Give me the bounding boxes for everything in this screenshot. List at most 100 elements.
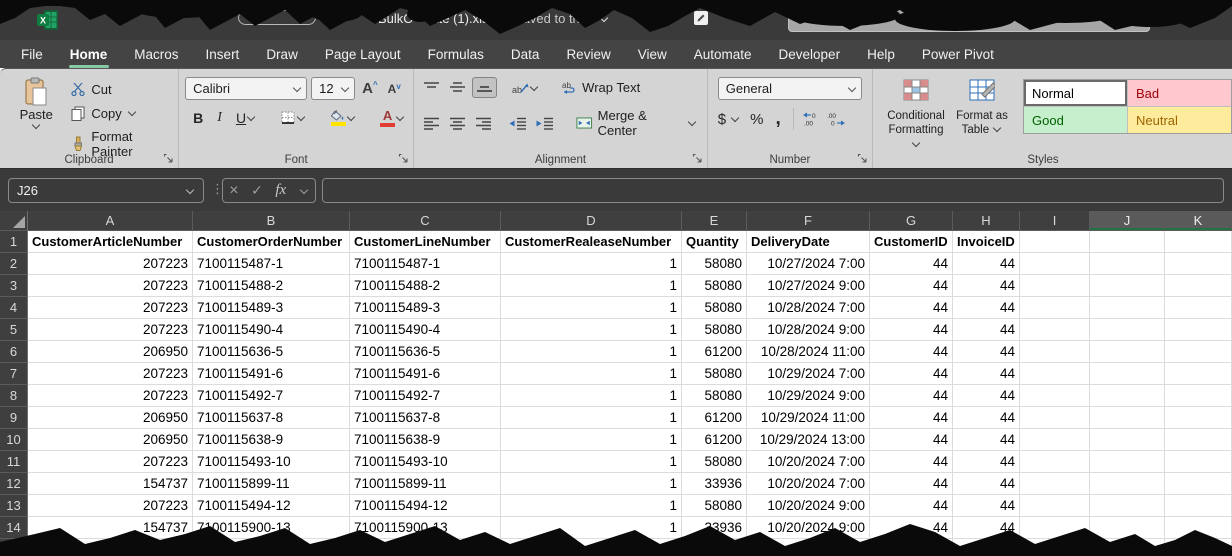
cell-G4[interactable]: 44: [870, 297, 953, 319]
cell-J14[interactable]: [1090, 517, 1165, 539]
cell-G9[interactable]: 44: [870, 407, 953, 429]
tab-developer[interactable]: Developer: [778, 43, 842, 66]
cell-E8[interactable]: 58080: [682, 385, 747, 407]
cell-E9[interactable]: 61200: [682, 407, 747, 429]
cell-I12[interactable]: [1020, 473, 1090, 495]
cell-E13[interactable]: 58080: [682, 495, 747, 517]
align-bottom-button[interactable]: [472, 77, 497, 98]
cell-I11[interactable]: [1020, 451, 1090, 473]
cell-G13[interactable]: 44: [870, 495, 953, 517]
row-header-11[interactable]: 11: [0, 451, 28, 473]
cell-K7[interactable]: [1165, 363, 1232, 385]
cell-F13[interactable]: 10/20/2024 9:00: [747, 495, 870, 517]
cut-button[interactable]: Cut: [66, 79, 178, 99]
style-bad[interactable]: Bad: [1128, 80, 1231, 106]
format-as-table-chevron-icon[interactable]: [993, 124, 1001, 132]
chevron-down-icon[interactable]: [600, 14, 608, 22]
cell-K11[interactable]: [1165, 451, 1232, 473]
cell-C8[interactable]: 7100115492-7: [350, 385, 501, 407]
cell-G2[interactable]: 44: [870, 253, 953, 275]
cell-G14[interactable]: 44: [870, 517, 953, 539]
row-header-8[interactable]: 8: [0, 385, 28, 407]
clipboard-dialog-launcher[interactable]: [163, 153, 174, 164]
cell-K9[interactable]: [1165, 407, 1232, 429]
column-header-A[interactable]: A: [28, 211, 193, 231]
cell-K1[interactable]: [1165, 231, 1232, 253]
cell-I2[interactable]: [1020, 253, 1090, 275]
column-header-C[interactable]: C: [350, 211, 501, 231]
cell-I4[interactable]: [1020, 297, 1090, 319]
cell-D7[interactable]: 1: [501, 363, 682, 385]
cell-E10[interactable]: 61200: [682, 429, 747, 451]
cell-B11[interactable]: 7100115493-10: [193, 451, 350, 473]
editing-mode-icon[interactable]: [693, 10, 709, 26]
cell-D1[interactable]: CustomerRealeaseNumber: [501, 231, 682, 253]
cell-J12[interactable]: [1090, 473, 1165, 495]
cell-D14[interactable]: 1: [501, 517, 682, 539]
cell-F10[interactable]: 10/29/2024 13:00: [747, 429, 870, 451]
tab-home[interactable]: Home: [69, 43, 109, 66]
cell-A5[interactable]: 207223: [28, 319, 193, 341]
formula-input[interactable]: [322, 178, 1224, 203]
font-color-button[interactable]: A: [374, 108, 411, 128]
cell-A6[interactable]: 206950: [28, 341, 193, 363]
cell-I3[interactable]: [1020, 275, 1090, 297]
underline-button[interactable]: U: [230, 109, 262, 127]
row-header-1[interactable]: 1: [0, 231, 28, 253]
row-header-10[interactable]: 10: [0, 429, 28, 451]
fill-color-button[interactable]: [324, 109, 362, 127]
currency-button[interactable]: $: [718, 111, 726, 128]
cell-H8[interactable]: 44: [953, 385, 1020, 407]
select-all-corner[interactable]: [0, 211, 28, 231]
cell-J3[interactable]: [1090, 275, 1165, 297]
cell-G11[interactable]: 44: [870, 451, 953, 473]
cell-C3[interactable]: 7100115488-2: [350, 275, 501, 297]
cell-D2[interactable]: 1: [501, 253, 682, 275]
cell-J2[interactable]: [1090, 253, 1165, 275]
row-header-9[interactable]: 9: [0, 407, 28, 429]
cell-C9[interactable]: 7100115637-8: [350, 407, 501, 429]
column-header-I[interactable]: I: [1020, 211, 1090, 231]
cell-B9[interactable]: 7100115637-8: [193, 407, 350, 429]
font-size-select[interactable]: 12: [311, 77, 355, 100]
column-header-J[interactable]: J: [1090, 211, 1165, 231]
cell-J10[interactable]: [1090, 429, 1165, 451]
tab-draw[interactable]: Draw: [265, 43, 299, 66]
cell-C1[interactable]: CustomerLineNumber: [350, 231, 501, 253]
copy-menu-chevron-icon[interactable]: [127, 108, 135, 116]
insert-function-icon[interactable]: fx: [275, 182, 286, 199]
cell-F6[interactable]: 10/28/2024 11:00: [747, 341, 870, 363]
cell-J7[interactable]: [1090, 363, 1165, 385]
cell-H11[interactable]: 44: [953, 451, 1020, 473]
cell-I7[interactable]: [1020, 363, 1090, 385]
decrease-indent-button[interactable]: [506, 114, 530, 133]
document-title[interactable]: BulkO ate (1).xlsx • Saved to this: [378, 11, 609, 26]
align-top-button[interactable]: [420, 78, 443, 97]
tab-power-pivot[interactable]: Power Pivot: [921, 43, 995, 66]
cell-B5[interactable]: 7100115490-4: [193, 319, 350, 341]
column-header-E[interactable]: E: [682, 211, 747, 231]
row-header-3[interactable]: 3: [0, 275, 28, 297]
cell-J8[interactable]: [1090, 385, 1165, 407]
cell-I8[interactable]: [1020, 385, 1090, 407]
cell-K5[interactable]: [1165, 319, 1232, 341]
font-dialog-launcher[interactable]: [398, 153, 409, 164]
cell-J9[interactable]: [1090, 407, 1165, 429]
cell-F8[interactable]: 10/29/2024 9:00: [747, 385, 870, 407]
row-header-4[interactable]: 4: [0, 297, 28, 319]
cell-D12[interactable]: 1: [501, 473, 682, 495]
cell-G6[interactable]: 44: [870, 341, 953, 363]
cell-E5[interactable]: 58080: [682, 319, 747, 341]
align-center-button[interactable]: [446, 114, 469, 133]
tab-data[interactable]: Data: [510, 43, 541, 66]
name-box[interactable]: J26: [8, 178, 204, 203]
cell-I10[interactable]: [1020, 429, 1090, 451]
cell-F7[interactable]: 10/29/2024 7:00: [747, 363, 870, 385]
tab-help[interactable]: Help: [866, 43, 896, 66]
borders-chevron-icon[interactable]: [297, 113, 305, 121]
cell-C13[interactable]: 7100115494-12: [350, 495, 501, 517]
cell-E3[interactable]: 58080: [682, 275, 747, 297]
font-color-chevron-icon[interactable]: [396, 113, 404, 121]
column-header-K[interactable]: K: [1165, 211, 1232, 231]
style-normal[interactable]: Normal: [1024, 80, 1127, 106]
